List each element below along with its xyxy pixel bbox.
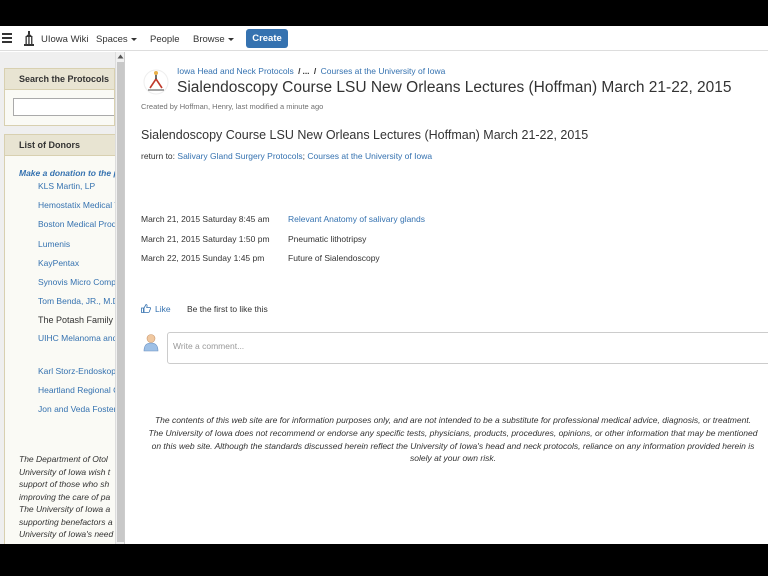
page-title: Sialendoscopy Course LSU New Orleans Lec… — [177, 79, 732, 96]
donor-item[interactable]: Boston Medical Prod — [38, 219, 115, 229]
donor-paragraph-line: The University of Iowa a — [19, 504, 111, 514]
page-icon — [143, 69, 169, 95]
breadcrumb-ellipsis[interactable]: ... — [302, 66, 309, 76]
donor-item[interactable]: Hemostatix Medical T — [38, 200, 115, 210]
breadcrumb-item[interactable]: Courses at the University of Iowa — [321, 66, 446, 76]
nav-spaces[interactable]: Spaces — [96, 34, 137, 45]
top-navigation-bar: UIowa Wiki Spaces People Browse Create — [0, 26, 768, 51]
donor-item[interactable]: UIHC Melanoma and Bank — [38, 333, 115, 343]
return-line: return to: Salivary Gland Surgery Protoc… — [141, 151, 432, 161]
sidebar: Search the Protocols List of Donors Make… — [0, 52, 125, 544]
donor-item: The Potash Family — [38, 315, 114, 325]
donor-item[interactable]: Karl Storz-Endoskope — [38, 366, 115, 376]
nav-browse[interactable]: Browse — [193, 34, 234, 45]
donor-item[interactable]: Synovis Micro Compa — [38, 277, 115, 287]
page-metadata: Created by Hoffman, Henry, last modified… — [141, 102, 324, 111]
donor-paragraph-line: The Department of Otol — [19, 454, 108, 464]
nav-browse-label: Browse — [193, 34, 225, 45]
nav-spaces-label: Spaces — [96, 34, 128, 45]
schedule-date: March 21, 2015 Saturday 1:50 pm — [141, 234, 270, 244]
uiowa-logo-icon[interactable] — [23, 31, 35, 46]
chevron-down-icon — [130, 37, 137, 41]
search-input[interactable] — [13, 98, 114, 116]
breadcrumb-item[interactable]: Iowa Head and Neck Protocols — [177, 66, 294, 76]
schedule-row: March 21, 2015 Saturday 1:50 pm Pneumatic… — [141, 234, 366, 244]
scrollbar-thumb[interactable] — [117, 62, 124, 542]
hamburger-menu-icon[interactable] — [2, 33, 12, 43]
like-label: Like — [155, 304, 171, 314]
browser-viewport: UIowa Wiki Spaces People Browse Create S… — [0, 26, 768, 544]
donor-item[interactable]: Lumenis — [38, 239, 70, 249]
like-bar: Like Be the first to like this — [141, 304, 268, 314]
schedule-topic[interactable]: Relevant Anatomy of salivary glands — [288, 214, 425, 224]
donors-panel-title: List of Donors — [5, 135, 115, 156]
schedule-topic: Future of Sialendoscopy — [288, 253, 380, 263]
breadcrumb-separator: / — [298, 66, 301, 76]
thumbs-up-icon — [141, 304, 151, 313]
search-panel-title: Search the Protocols — [5, 69, 114, 90]
donor-item[interactable]: Tom Benda, JR., M.D — [38, 296, 115, 306]
breadcrumb: Iowa Head and Neck Protocols /... / Cour… — [177, 66, 445, 76]
main-content: Iowa Head and Neck Protocols /... / Cour… — [126, 52, 768, 544]
donor-paragraph-line: University of Iowa's need — [19, 529, 114, 539]
donor-item[interactable]: Heartland Regional C — [38, 385, 115, 395]
disclaimer-text: The contents of this web site are for in… — [148, 415, 758, 464]
schedule-date: March 22, 2015 Sunday 1:45 pm — [141, 253, 265, 263]
nav-people[interactable]: People — [150, 34, 180, 45]
like-button[interactable]: Like — [141, 304, 173, 314]
return-prefix: return to: — [141, 151, 176, 161]
donor-item[interactable]: KayPentax — [38, 258, 79, 268]
donor-item[interactable]: Jon and Veda Foster — [38, 404, 115, 414]
content-heading: Sialendoscopy Course LSU New Orleans Lec… — [141, 128, 589, 142]
comment-input[interactable]: Write a comment... — [167, 332, 768, 364]
donor-item[interactable]: KLS Martin, LP — [38, 181, 95, 191]
chevron-down-icon — [227, 37, 234, 41]
donor-paragraph-line: support of those who sh — [19, 479, 110, 489]
return-link-salivary[interactable]: Salivary Gland Surgery Protocols — [177, 151, 302, 161]
donor-paragraph: The Department of Otol University of Iowa… — [19, 453, 115, 544]
search-panel: Search the Protocols — [4, 68, 115, 126]
user-avatar-icon — [141, 332, 161, 352]
app-name[interactable]: UIowa Wiki — [41, 34, 89, 45]
return-separator: ; — [302, 151, 305, 161]
schedule-topic: Pneumatic lithotripsy — [288, 234, 367, 244]
donor-paragraph-line: improving the care of pa — [19, 491, 111, 502]
scroll-up-arrow-icon[interactable] — [117, 53, 124, 60]
donate-link[interactable]: Make a donation to the p — [19, 168, 115, 178]
schedule-date: March 21, 2015 Saturday 8:45 am — [141, 214, 270, 224]
schedule-row: March 22, 2015 Sunday 1:45 pm Future of S… — [141, 253, 380, 263]
like-status: Be the first to like this — [186, 304, 268, 314]
donors-panel: List of Donors Make a donation to the p … — [4, 134, 115, 544]
breadcrumb-separator: / — [313, 66, 317, 76]
donor-paragraph-line: University of Iowa wish t — [19, 466, 111, 477]
donor-paragraph-line: the development of the c — [19, 541, 115, 545]
sidebar-scrollbar[interactable] — [115, 52, 124, 544]
return-link-courses[interactable]: Courses at the University of Iowa — [307, 151, 432, 161]
donor-paragraph-line: supporting benefactors a — [19, 516, 113, 527]
create-button[interactable]: Create — [246, 29, 288, 48]
schedule-row: March 21, 2015 Saturday 8:45 am Relevant … — [141, 214, 425, 224]
